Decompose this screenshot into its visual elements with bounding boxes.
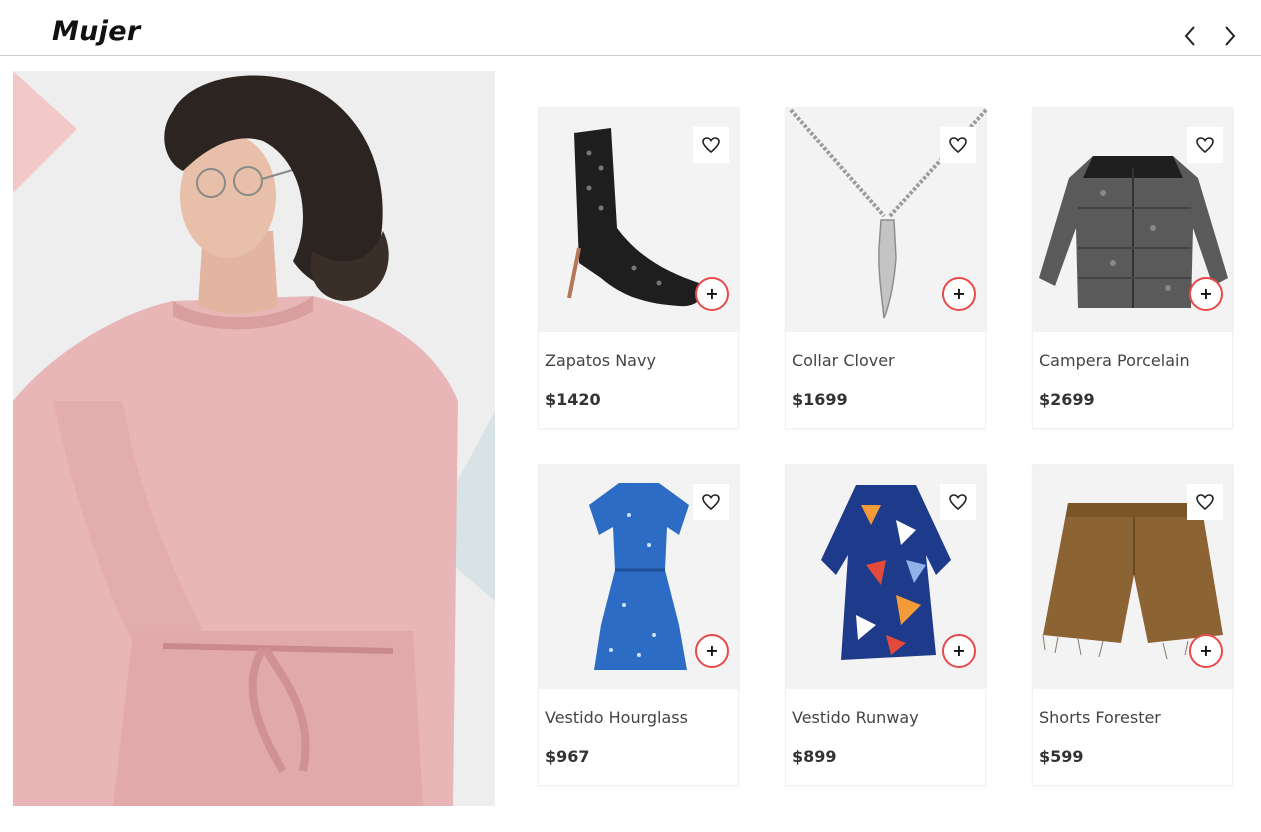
heart-icon — [949, 494, 967, 510]
chevron-left-icon — [1184, 26, 1195, 46]
add-to-cart-button[interactable]: + — [695, 277, 729, 311]
add-to-cart-button[interactable]: + — [942, 634, 976, 668]
product-price: $599 — [1039, 747, 1084, 766]
add-to-cart-button[interactable]: + — [695, 634, 729, 668]
product-card[interactable]: + Vestido Hourglass $967 — [538, 464, 740, 786]
favorite-button[interactable] — [1187, 127, 1223, 163]
product-card[interactable]: + Campera Porcelain $2699 — [1032, 107, 1234, 429]
product-price: $967 — [545, 747, 590, 766]
favorite-button[interactable] — [693, 484, 729, 520]
favorite-button[interactable] — [693, 127, 729, 163]
heart-icon — [949, 137, 967, 153]
product-card[interactable]: + Shorts Forester $599 — [1032, 464, 1234, 786]
product-price: $2699 — [1039, 390, 1095, 409]
heart-icon — [1196, 137, 1214, 153]
heart-icon — [702, 137, 720, 153]
add-to-cart-button[interactable]: + — [942, 277, 976, 311]
product-name[interactable]: Campera Porcelain — [1039, 351, 1190, 370]
product-name[interactable]: Shorts Forester — [1039, 708, 1161, 727]
hero-banner-image — [13, 71, 495, 806]
product-name[interactable]: Collar Clover — [792, 351, 895, 370]
product-name[interactable]: Vestido Runway — [792, 708, 919, 727]
heart-icon — [702, 494, 720, 510]
section-header: Mujer — [0, 0, 1261, 56]
chevron-right-icon — [1225, 26, 1236, 46]
heart-icon — [1196, 494, 1214, 510]
add-to-cart-button[interactable]: + — [1189, 277, 1223, 311]
product-name[interactable]: Vestido Hourglass — [545, 708, 688, 727]
product-price: $1420 — [545, 390, 601, 409]
add-to-cart-button[interactable]: + — [1189, 634, 1223, 668]
favorite-button[interactable] — [1187, 484, 1223, 520]
product-price: $1699 — [792, 390, 848, 409]
product-name[interactable]: Zapatos Navy — [545, 351, 656, 370]
section-title: Mujer — [52, 16, 141, 47]
favorite-button[interactable] — [940, 127, 976, 163]
product-price: $899 — [792, 747, 837, 766]
next-button[interactable] — [1216, 22, 1244, 50]
product-card[interactable]: + Zapatos Navy $1420 — [538, 107, 740, 429]
prev-button[interactable] — [1176, 22, 1204, 50]
favorite-button[interactable] — [940, 484, 976, 520]
product-card[interactable]: + Vestido Runway $899 — [785, 464, 987, 786]
product-card[interactable]: + Collar Clover $1699 — [785, 107, 987, 429]
